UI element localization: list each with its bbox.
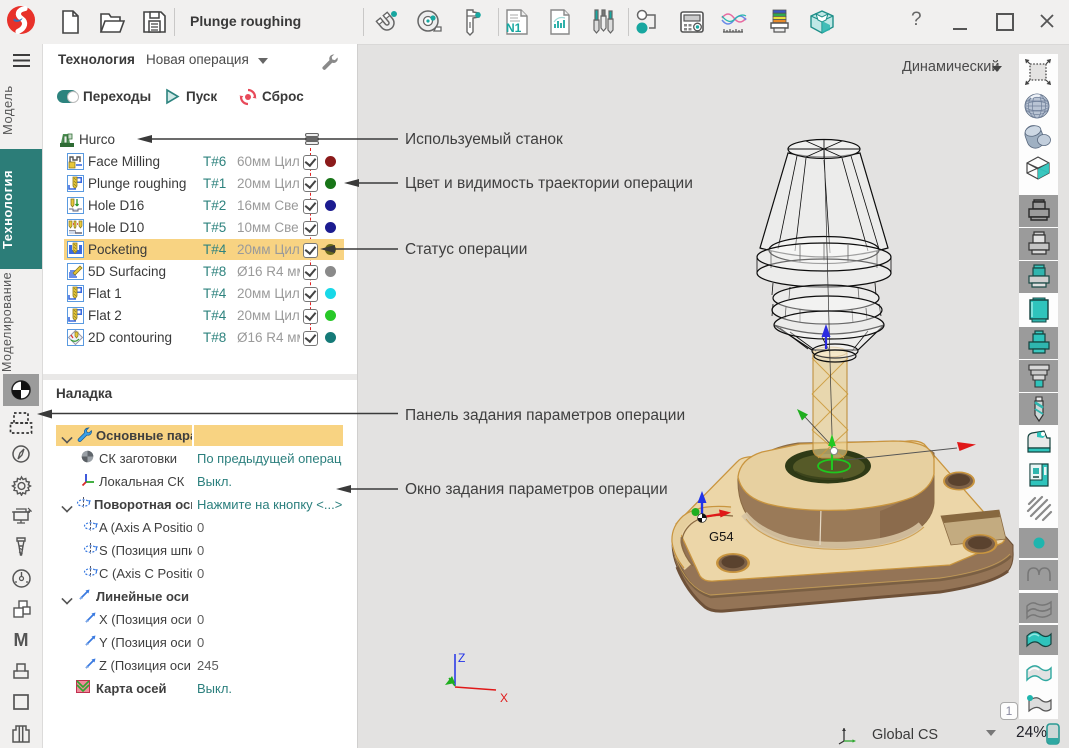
svg-text:X: X	[500, 691, 508, 705]
svg-text:Z: Z	[458, 651, 465, 665]
svg-text:N1: N1	[506, 21, 522, 35]
svg-text:G54: G54	[709, 529, 734, 544]
